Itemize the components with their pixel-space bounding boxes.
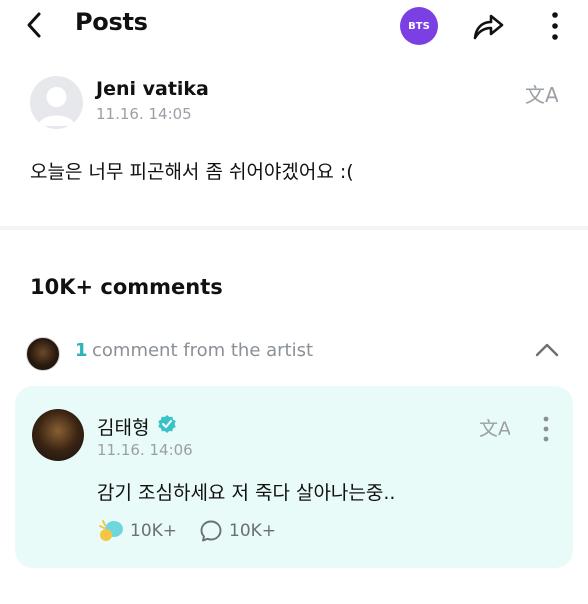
chevron-up-icon bbox=[535, 343, 559, 357]
author-name[interactable]: Jeni vatika bbox=[96, 78, 209, 100]
collapse-button[interactable] bbox=[533, 338, 561, 362]
post-timestamp: 11.16. 14:05 bbox=[96, 105, 192, 123]
chevron-left-icon bbox=[27, 12, 41, 38]
artist-avatar[interactable] bbox=[32, 409, 84, 461]
comment-translate-button[interactable]: 文A bbox=[478, 414, 511, 442]
more-options-button[interactable] bbox=[543, 10, 567, 42]
artist-name[interactable]: 김태형 bbox=[97, 413, 149, 440]
artist-comment-label[interactable]: comment from the artist bbox=[92, 340, 313, 361]
translate-button[interactable]: 文A bbox=[524, 80, 559, 110]
comment-body: 감기 조심하세요 저 죽다 살아나는중.. bbox=[97, 482, 396, 504]
share-icon bbox=[473, 14, 504, 40]
more-vertical-icon bbox=[552, 12, 558, 40]
cheer-button[interactable] bbox=[97, 518, 125, 544]
post-body: 오늘은 너무 피곤해서 좀 쉬어야겠어요 :( bbox=[30, 161, 354, 183]
svg-text:文A: 文A bbox=[479, 418, 510, 440]
author-avatar[interactable] bbox=[30, 76, 83, 129]
default-user-icon bbox=[38, 87, 75, 126]
comment-bubble-icon bbox=[200, 520, 222, 542]
translate-icon: 文A bbox=[525, 83, 559, 107]
artist-comment-count[interactable]: 1 bbox=[75, 340, 88, 361]
verified-badge-icon bbox=[157, 414, 177, 434]
cheer-count: 10K+ bbox=[130, 521, 178, 541]
more-vertical-icon bbox=[543, 416, 549, 442]
reply-count: 10K+ bbox=[229, 521, 277, 541]
comment-more-button[interactable] bbox=[538, 414, 554, 444]
section-divider bbox=[0, 226, 588, 230]
reply-button[interactable] bbox=[199, 519, 223, 543]
comments-count: 10K+ comments bbox=[30, 275, 223, 299]
artist-community-badge[interactable]: BTS bbox=[400, 7, 438, 45]
comment-timestamp: 11.16. 14:06 bbox=[97, 441, 193, 459]
translate-icon: 文A bbox=[479, 418, 511, 440]
cheer-icon bbox=[99, 520, 123, 541]
page-title: Posts bbox=[75, 8, 148, 36]
artist-avatar-small bbox=[26, 337, 60, 371]
svg-text:文A: 文A bbox=[525, 83, 558, 107]
back-button[interactable] bbox=[20, 10, 50, 40]
share-button[interactable] bbox=[470, 8, 506, 44]
